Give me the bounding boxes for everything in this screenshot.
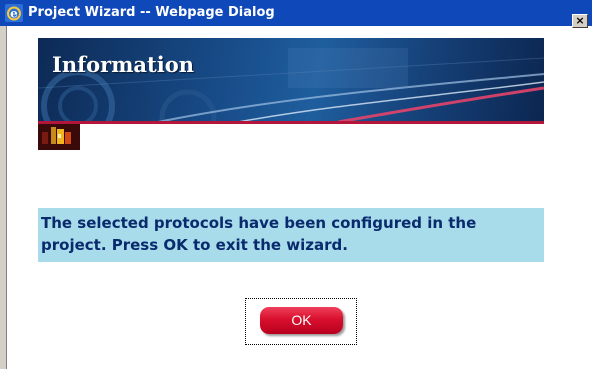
- title-bar: e Project Wizard -- Webpage Dialog ×: [0, 0, 592, 28]
- ok-button[interactable]: OK: [260, 307, 343, 334]
- message-box: The selected protocols have been configu…: [38, 208, 544, 262]
- banner-artwork: [38, 48, 544, 122]
- ok-button-label: OK: [291, 312, 312, 328]
- close-button[interactable]: ×: [572, 14, 588, 28]
- ie-icon: e: [5, 4, 23, 22]
- window-title: Project Wizard -- Webpage Dialog: [28, 5, 275, 20]
- window-frame: [0, 26, 7, 369]
- message-text: The selected protocols have been configu…: [41, 214, 477, 254]
- information-banner: Information: [38, 38, 544, 122]
- svg-text:e: e: [10, 7, 18, 21]
- banner-accent-line: [38, 121, 544, 124]
- close-icon: ×: [575, 14, 585, 27]
- wizard-icon: [38, 124, 80, 150]
- banner-title: Information: [52, 52, 194, 77]
